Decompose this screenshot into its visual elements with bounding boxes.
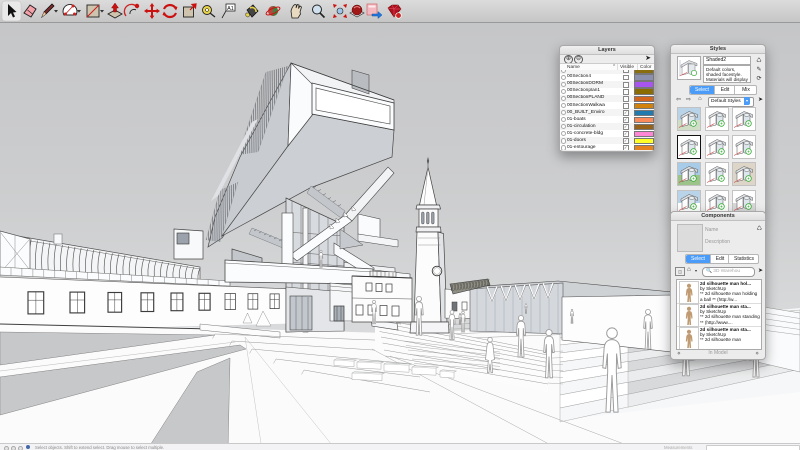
svg-text:A1: A1 <box>227 6 234 12</box>
